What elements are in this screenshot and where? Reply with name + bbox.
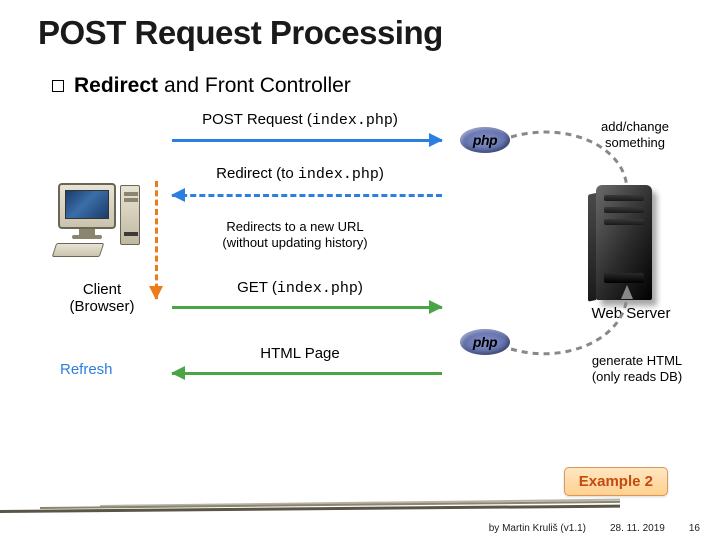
accent-lines-icon bbox=[0, 501, 620, 506]
generate-html-note: generate HTML (only reads DB) bbox=[572, 353, 702, 386]
footer: by Martin Kruliš (v1.1) 28. 11. 2019 16 bbox=[489, 523, 700, 534]
post-request-label: POST Request (index.php) bbox=[170, 111, 430, 129]
php-icon: php bbox=[460, 127, 510, 153]
bullet-square-icon bbox=[52, 80, 64, 92]
subtitle-row: Redirect and Front Controller bbox=[52, 74, 351, 98]
client-computer-icon bbox=[58, 183, 116, 229]
redirect-label: Redirect (to index.php) bbox=[170, 165, 430, 183]
page-title: POST Request Processing bbox=[38, 14, 443, 52]
html-page-label: HTML Page bbox=[170, 345, 430, 362]
footer-page: 16 bbox=[689, 523, 700, 534]
footer-date: 28. 11. 2019 bbox=[610, 523, 665, 534]
curved-arrow-bottom-icon bbox=[505, 281, 655, 361]
php-icon: php bbox=[460, 329, 510, 355]
example-button[interactable]: Example 2 bbox=[564, 467, 668, 496]
subtitle-strong: Redirect bbox=[74, 74, 158, 98]
refresh-label: Refresh bbox=[60, 361, 113, 378]
client-label: Client (Browser) bbox=[42, 281, 162, 315]
get-request-label: GET (index.php) bbox=[170, 279, 430, 297]
footer-author: by Martin Kruliš (v1.1) bbox=[489, 523, 586, 534]
redirect-note: Redirects to a new URL (without updating… bbox=[180, 219, 410, 252]
diagram-area: Client (Browser) POST Request (index.php… bbox=[0, 105, 720, 455]
subtitle-rest: and Front Controller bbox=[164, 74, 351, 98]
